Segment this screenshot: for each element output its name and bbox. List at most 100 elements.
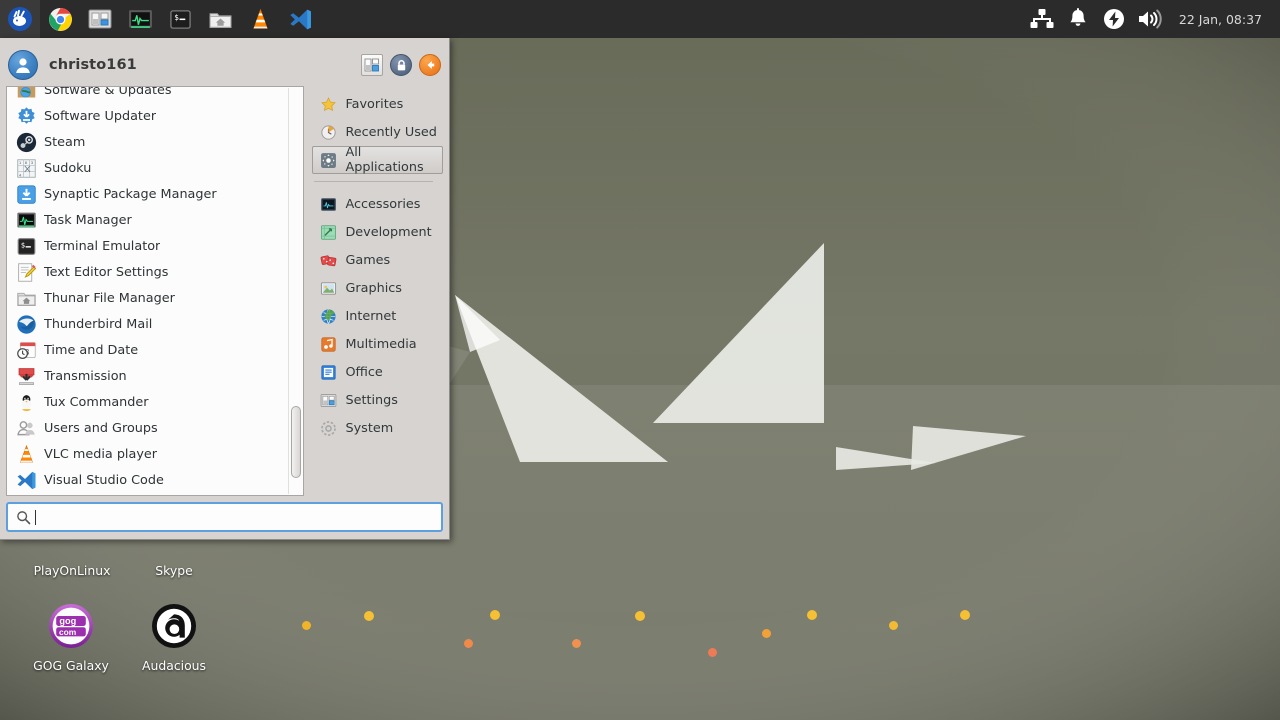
app-list-item-label: VLC media player	[44, 446, 158, 462]
app-list-item[interactable]: Steam	[7, 129, 303, 155]
category-item-accessories[interactable]: Accessories	[312, 190, 443, 218]
menu-header: christo161	[6, 44, 443, 86]
thunderbird-icon	[16, 314, 36, 334]
category-item-system[interactable]: System	[312, 414, 443, 442]
app-list-item[interactable]: Visual Studio Code	[7, 467, 303, 493]
category-item-multimedia[interactable]: Multimedia	[312, 330, 443, 358]
category-item-recently-used[interactable]: Recently Used	[312, 118, 443, 146]
audacious-icon	[152, 604, 196, 648]
desktop-icon-label: GOG Galaxy	[33, 658, 109, 673]
search-icon	[17, 510, 31, 524]
category-item-games[interactable]: Games	[312, 246, 443, 274]
tux-commander-icon	[15, 391, 37, 413]
system-tray: 22 Jan, 08:37	[1025, 0, 1280, 38]
app-list-item[interactable]: 1 8 3 4 Sudoku	[7, 155, 303, 181]
app-list-item[interactable]: Software & Updates	[7, 87, 303, 103]
app-list-item[interactable]: Thunar File Manager	[7, 285, 303, 311]
category-pane: Favorites Recently Used All Applications A…	[304, 86, 443, 496]
software-updater-icon	[17, 106, 35, 124]
lock-screen-button[interactable]	[390, 54, 412, 76]
search-input[interactable]	[36, 505, 433, 529]
users-and-groups-icon	[16, 420, 35, 435]
search-box[interactable]	[6, 502, 443, 532]
whisker-menu-button[interactable]	[0, 0, 40, 38]
system-icon	[319, 419, 337, 437]
application-list-pane: Software & Updates Software Updater Steam 1…	[6, 86, 305, 496]
settings-manager-button[interactable]	[80, 0, 120, 38]
app-list-item[interactable]: $ Terminal Emulator	[7, 233, 303, 259]
desktop-icon-gog-galaxy[interactable]: gog com GOG Galaxy	[23, 600, 119, 673]
settings-icon	[364, 58, 379, 72]
google-chrome-button[interactable]	[40, 0, 80, 38]
app-list-item[interactable]: Transmission	[7, 363, 303, 389]
sudoku-icon: 1834	[15, 157, 37, 179]
app-list-item-label: Steam	[44, 134, 86, 150]
office-icon	[321, 364, 336, 380]
volume-button[interactable]	[1133, 0, 1167, 38]
category-item-office[interactable]: Office	[312, 358, 443, 386]
development-icon	[321, 224, 336, 240]
application-list-scrollbar[interactable]	[288, 88, 303, 494]
app-list-item[interactable]: VLC media player	[7, 441, 303, 467]
log-out-button[interactable]	[419, 54, 441, 76]
user-avatar-icon	[16, 58, 30, 73]
wallpaper-dot	[571, 638, 581, 648]
thunar-icon	[15, 287, 37, 309]
transmission-icon	[18, 367, 34, 385]
app-list-item[interactable]: Software Updater	[7, 103, 303, 129]
vscode-icon	[289, 9, 311, 29]
category-item-label: All Applications	[345, 145, 424, 175]
terminal-button[interactable]: $	[160, 0, 200, 38]
scrollbar-thumb[interactable]	[291, 406, 302, 478]
transmission-icon	[15, 365, 37, 387]
star-icon	[321, 96, 336, 111]
desktop-icon-audacious[interactable]: Audacious	[126, 600, 222, 673]
notification-button[interactable]	[1061, 0, 1095, 38]
software-updates-icon	[17, 87, 35, 97]
games-icon	[319, 251, 337, 269]
power-manager-button[interactable]	[1097, 0, 1131, 38]
app-list-item[interactable]: Synaptic Package Manager	[7, 181, 303, 207]
app-list-item[interactable]: Tux Commander	[7, 389, 303, 415]
app-list-item-label: Tux Commander	[44, 394, 149, 410]
network-icon	[1030, 9, 1054, 28]
category-item-graphics[interactable]: Graphics	[312, 274, 443, 302]
app-list-item[interactable]: Task Manager	[7, 207, 303, 233]
clock-icon	[319, 123, 337, 141]
category-item-label: Office	[345, 364, 383, 380]
category-item-internet[interactable]: Internet	[312, 302, 443, 330]
network-button[interactable]	[1025, 0, 1059, 38]
svg-text:$: $	[20, 241, 24, 249]
category-item-all-applications[interactable]: All Applications	[312, 145, 443, 175]
app-list-item[interactable]: Thunderbird Mail	[7, 311, 303, 337]
clock[interactable]: 22 Jan, 08:37	[1169, 12, 1270, 27]
settings-button[interactable]	[361, 54, 383, 76]
category-item-development[interactable]: Development	[312, 218, 443, 246]
file-manager-button[interactable]	[200, 0, 240, 38]
software-updates-icon	[15, 87, 37, 101]
notification-bell-icon	[1070, 8, 1086, 26]
wallpaper-dot	[960, 610, 970, 620]
category-item-favorites[interactable]: Favorites	[312, 90, 443, 118]
thunar-icon	[16, 292, 36, 306]
category-item-label: Recently Used	[345, 124, 437, 140]
category-item-settings[interactable]: Settings	[312, 386, 443, 414]
app-list-item[interactable]: 8 Time and Date	[7, 337, 303, 363]
task-manager-button[interactable]	[120, 0, 160, 38]
menu-header-actions	[361, 54, 441, 76]
avatar[interactable]	[8, 50, 38, 80]
vlc-button[interactable]	[240, 0, 280, 38]
system-icon	[321, 420, 336, 436]
settings-icon	[319, 391, 337, 409]
category-item-label: Settings	[345, 392, 398, 408]
app-list-item-label: Text Editor Settings	[44, 264, 169, 280]
svg-text:gog: gog	[59, 616, 76, 626]
category-item-label: Accessories	[345, 196, 421, 212]
app-list-item-label: Software Updater	[44, 108, 157, 124]
app-list-item[interactable]: Users and Groups	[7, 415, 303, 441]
vlc-icon	[19, 444, 33, 463]
logout-arrow-icon	[427, 61, 435, 69]
power-manager-icon	[1103, 9, 1124, 29]
vscode-button[interactable]	[280, 0, 320, 38]
app-list-item[interactable]: Text Editor Settings	[7, 259, 303, 285]
